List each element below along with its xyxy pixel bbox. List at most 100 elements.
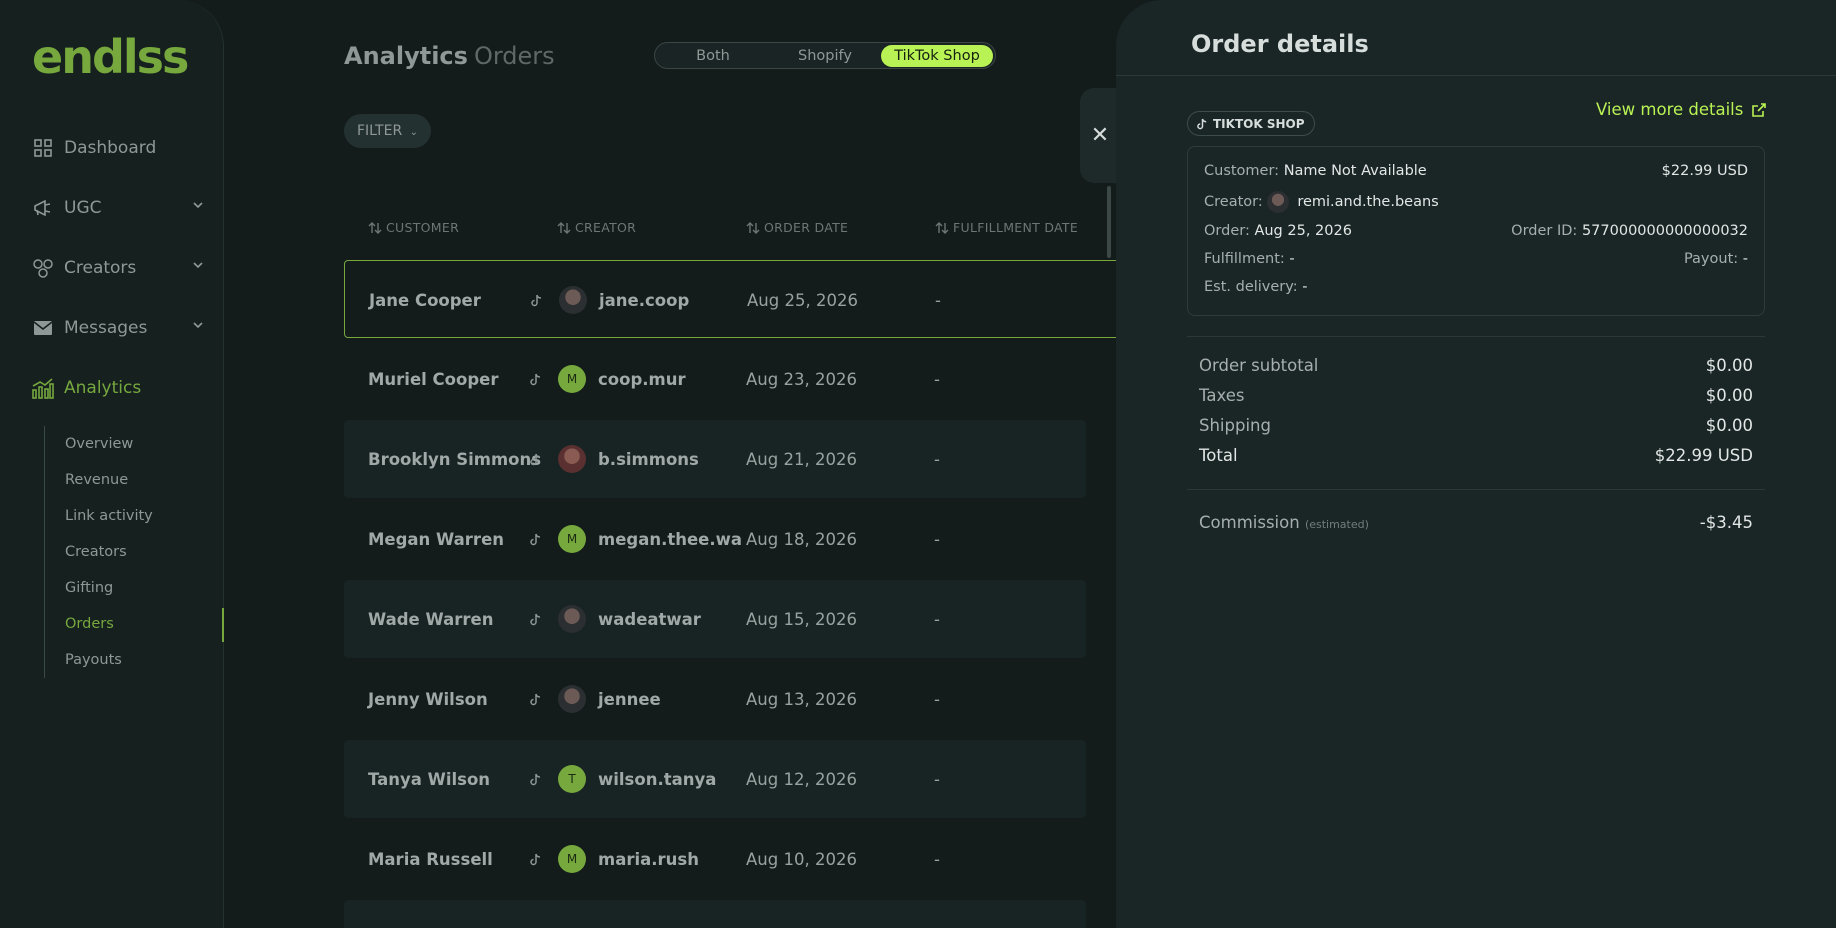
subtotal-row: Order subtotal $0.00 <box>1199 356 1753 375</box>
tiktok-icon <box>531 261 543 339</box>
sidebar: endlss Dashboard UGC Creators Messages A… <box>0 0 224 928</box>
row-creator[interactable]: jane.coop <box>599 261 689 339</box>
subnav-link-activity[interactable]: Link activity <box>45 498 224 534</box>
total-label: Total <box>1199 446 1238 465</box>
row-fulfillment: - <box>934 369 940 389</box>
row-creator[interactable]: coop.mur <box>598 340 686 418</box>
table-row[interactable] <box>344 900 1086 928</box>
customer-line: Customer: Name Not Available <box>1204 163 1427 179</box>
col-fulfillment-date[interactable]: FULFILLMENT DATE <box>935 220 1078 235</box>
table-row[interactable]: Jenny Wilson jennee Aug 13, 2026 - <box>344 660 1086 738</box>
fulfillment-label: Fulfillment: <box>1204 251 1285 267</box>
view-more-details-link[interactable]: View more details <box>1596 100 1767 119</box>
nav-messages-label: Messages <box>64 318 148 338</box>
row-customer: Jane Cooper <box>369 290 481 310</box>
row-fulfillment: - <box>934 769 940 789</box>
taxes-value: $0.00 <box>1705 386 1753 405</box>
toggle-both[interactable]: Both <box>657 45 769 67</box>
commission-label: Commission <box>1199 513 1300 532</box>
order-id-line: Order ID: 577000000000000032 <box>1511 223 1748 239</box>
tiktok-icon <box>1197 118 1207 129</box>
payout-label: Payout: <box>1683 251 1739 267</box>
order-amount: $22.99 USD <box>1662 163 1748 179</box>
nav-messages[interactable]: Messages <box>32 313 204 343</box>
creator-avatar <box>558 660 586 738</box>
col-order-date-label: ORDER DATE <box>764 220 849 235</box>
row-customer: Jenny Wilson <box>368 689 488 709</box>
page-title-sub: Orders <box>473 42 555 70</box>
subnav-creators[interactable]: Creators <box>45 534 224 570</box>
row-creator[interactable]: maria.rush <box>598 820 699 898</box>
close-icon: ✕ <box>1090 123 1110 148</box>
fulfillment-value: - <box>1289 251 1295 267</box>
scrollbar[interactable] <box>1107 186 1111 258</box>
table-row[interactable]: Maria Russell M maria.rush Aug 10, 2026 … <box>344 820 1086 898</box>
subnav-payouts[interactable]: Payouts <box>45 642 224 678</box>
chevron-down-icon: ⌄ <box>409 127 419 138</box>
table-row[interactable]: Brooklyn Simmons b.simmons Aug 21, 2026 … <box>344 420 1086 498</box>
nav-creators[interactable]: Creators <box>32 253 204 283</box>
row-order-date: Aug 13, 2026 <box>746 689 857 709</box>
row-creator[interactable]: megan.thee.wa <box>598 500 742 578</box>
filter-button[interactable]: FILTER ⌄ <box>344 114 432 148</box>
row-order-date: Aug 21, 2026 <box>746 449 857 469</box>
creator-label: Creator: <box>1204 194 1263 210</box>
subtotal-label: Order subtotal <box>1199 356 1319 375</box>
table-row[interactable]: Megan Warren M megan.thee.wa Aug 18, 202… <box>344 500 1086 578</box>
creator-value[interactable]: remi.and.the.beans <box>1297 194 1438 210</box>
creator-avatar <box>1267 191 1290 213</box>
row-order-date: Aug 23, 2026 <box>746 369 857 389</box>
total-value: $22.99 USD <box>1654 446 1753 465</box>
shipping-row: Shipping $0.00 <box>1199 416 1753 435</box>
row-customer: Brooklyn Simmons <box>368 449 542 469</box>
col-creator[interactable]: CREATOR <box>557 220 636 235</box>
creator-avatar <box>558 420 586 498</box>
row-fulfillment: - <box>934 529 940 549</box>
subnav-overview[interactable]: Overview <box>45 426 224 462</box>
view-more-label: View more details <box>1596 100 1744 119</box>
nav-analytics[interactable]: Analytics <box>32 373 204 403</box>
tiktok-icon <box>530 660 542 738</box>
order-amount-value: $22.99 USD <box>1661 163 1748 179</box>
table-row[interactable]: Jane Cooper jane.coop Aug 25, 2026 - <box>344 260 1126 338</box>
row-order-date: Aug 25, 2026 <box>747 290 858 310</box>
row-creator[interactable]: wilson.tanya <box>598 740 716 818</box>
filter-label: FILTER <box>357 123 403 139</box>
shipping-value: $0.00 <box>1705 416 1753 435</box>
nav-ugc[interactable]: UGC <box>32 193 204 223</box>
row-creator[interactable]: b.simmons <box>598 420 699 498</box>
nav-dashboard[interactable]: Dashboard <box>32 133 204 163</box>
order-date-line: Order: Aug 25, 2026 <box>1204 223 1352 239</box>
payout-value: - <box>1742 251 1748 267</box>
sort-icon <box>935 221 949 234</box>
table-row[interactable]: Wade Warren wadeatwar Aug 15, 2026 - <box>344 580 1086 658</box>
row-order-date: Aug 15, 2026 <box>746 609 857 629</box>
commission-row: Commission (estimated) -$3.45 <box>1199 513 1753 532</box>
creator-avatar: M <box>558 500 586 578</box>
subtotal-value: $0.00 <box>1705 356 1753 375</box>
col-customer[interactable]: CUSTOMER <box>368 220 459 235</box>
row-creator[interactable]: wadeatwar <box>598 580 701 658</box>
table-row[interactable]: Muriel Cooper M coop.mur Aug 23, 2026 - <box>344 340 1086 418</box>
row-creator[interactable]: jennee <box>598 660 661 738</box>
sort-icon <box>368 221 382 234</box>
subnav-gifting[interactable]: Gifting <box>45 570 224 606</box>
chevron-down-icon <box>193 262 203 269</box>
brand-logo[interactable]: endlss <box>32 30 189 84</box>
close-panel-button[interactable]: ✕ <box>1080 88 1120 183</box>
col-order-date[interactable]: ORDER DATE <box>746 220 848 235</box>
external-link-icon <box>1752 102 1767 117</box>
page-title: Analytics Orders <box>344 42 555 70</box>
total-row: Total $22.99 USD <box>1199 446 1753 465</box>
subnav-orders[interactable]: Orders <box>45 606 224 642</box>
subnav-revenue[interactable]: Revenue <box>45 462 224 498</box>
toggle-shopify[interactable]: Shopify <box>769 45 881 67</box>
platform-badge-label: TIKTOK SHOP <box>1213 116 1305 131</box>
payout-line: Payout: - <box>1684 251 1748 267</box>
shipping-label: Shipping <box>1199 416 1271 435</box>
row-fulfillment: - <box>935 290 941 310</box>
toggle-tiktok-shop[interactable]: TikTok Shop <box>881 44 993 67</box>
taxes-row: Taxes $0.00 <box>1199 386 1753 405</box>
table-row[interactable]: Tanya Wilson T wilson.tanya Aug 12, 2026… <box>344 740 1086 818</box>
tiktok-icon <box>530 420 542 498</box>
